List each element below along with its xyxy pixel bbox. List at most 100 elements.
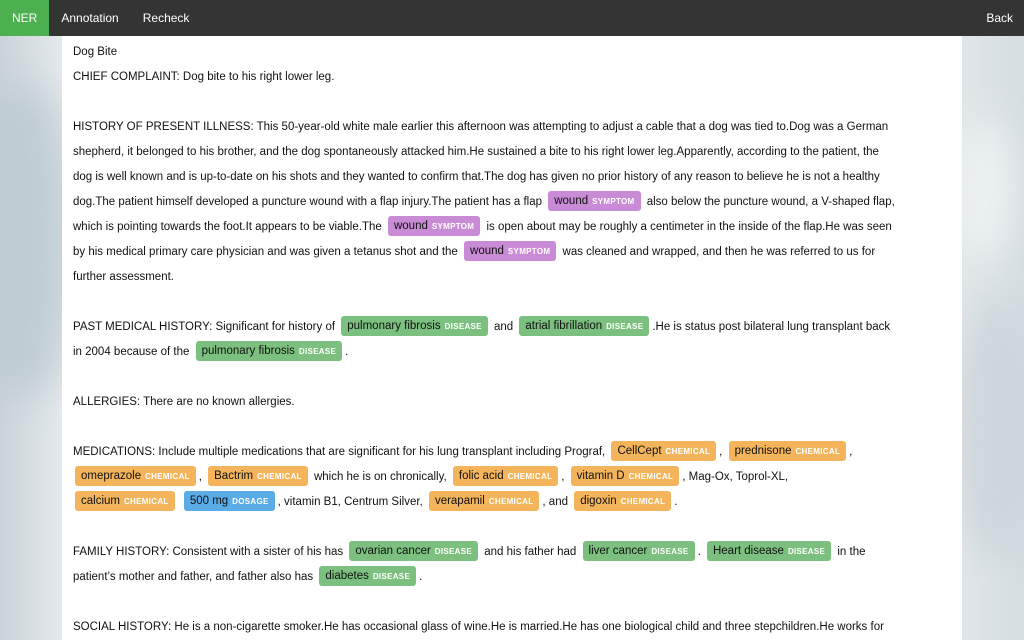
entity-chemical[interactable]: prednisone CHEMICAL [728, 441, 847, 461]
family-history-line: patient’s mother and father, and father … [73, 565, 950, 590]
hpi-line: HISTORY OF PRESENT ILLNESS: This 50-year… [73, 121, 889, 133]
entity-chemical[interactable]: folic acid CHEMICAL [452, 466, 559, 486]
entity-chemical[interactable]: omeprazole CHEMICAL [75, 466, 196, 486]
document-title: Dog Bite [73, 46, 118, 58]
entity-disease[interactable]: atrial fibrillation DISEASE [519, 316, 650, 336]
entity-chemical[interactable]: digoxin CHEMICAL [574, 491, 672, 511]
entity-text: diabetes [325, 570, 369, 582]
hpi-line: by his medical primary care physician an… [73, 240, 950, 265]
entity-symptom[interactable]: wound SYMPTOM [548, 191, 641, 211]
text-span: dog.The patient himself developed a punc… [73, 196, 543, 208]
entity-dosage[interactable]: 500 mg DOSAGE [183, 491, 275, 511]
entity-text: liver cancer [588, 545, 648, 557]
text-span: is open about may be roughly a centimete… [486, 221, 892, 233]
entity-chemical[interactable]: Bactrim CHEMICAL [208, 466, 308, 486]
entity-text: wound [554, 195, 589, 207]
entity-label: DISEASE [372, 572, 411, 581]
social-history-line: SOCIAL HISTORY: He is a non-cigarette sm… [73, 621, 884, 633]
entity-label: CHEMICAL [620, 497, 666, 506]
entity-label: DISEASE [298, 347, 337, 356]
entity-label: CHEMICAL [145, 472, 190, 481]
entity-label: CHEMICAL [628, 472, 674, 481]
text-span: . [674, 496, 678, 508]
nav-tab-recheck[interactable]: Recheck [131, 0, 202, 36]
medications-line: calcium CHEMICAL 500 mg DOSAGE, vitamin B1… [73, 490, 950, 515]
entity-disease[interactable]: pulmonary fibrosis DISEASE [195, 341, 343, 361]
background-blur [954, 120, 1014, 260]
entity-label: DOSAGE [232, 497, 269, 506]
text-span: which is pointing towards the foot.It ap… [73, 221, 382, 233]
back-button[interactable]: Back [974, 0, 1024, 36]
entity-label: DISEASE [606, 322, 644, 331]
entity-text: ovarian cancer [355, 545, 431, 557]
entity-label: DISEASE [444, 322, 482, 331]
entity-label: CHEMICAL [257, 472, 302, 481]
entity-chemical[interactable]: CellCept CHEMICAL [611, 441, 717, 461]
nav-tab-annotation[interactable]: Annotation [49, 0, 130, 36]
text-span: patient’s mother and father, and father … [73, 571, 314, 583]
text-span: , [561, 471, 565, 483]
entity-label: DISEASE [434, 547, 473, 556]
entity-label: CHEMICAL [507, 472, 553, 481]
entity-text: vitamin D [576, 470, 625, 482]
entity-disease[interactable]: liver cancer DISEASE [582, 541, 695, 561]
family-history-line: FAMILY HISTORY: Consistent with a sister… [73, 540, 950, 565]
text-span: FAMILY HISTORY: Consistent with a sister… [73, 546, 344, 558]
text-span: and his father had [484, 546, 577, 558]
text-span: , [849, 446, 853, 458]
entity-label: CHEMICAL [123, 497, 169, 506]
hpi-line: shepherd, it belonged to his brother, an… [73, 146, 879, 158]
entity-text: verapamil [434, 495, 485, 507]
text-span: which he is on chronically, [313, 471, 447, 483]
entity-text: prednisone [734, 445, 792, 457]
pmh-line: in 2004 because of the pulmonary fibrosi… [73, 340, 950, 365]
entity-text: Heart disease [712, 545, 784, 557]
medications-line: omeprazole CHEMICAL, Bactrim CHEMICAL whic… [73, 465, 950, 490]
chief-complaint: CHIEF COMPLAINT: Dog bite to his right l… [73, 71, 335, 83]
entity-label: CHEMICAL [488, 497, 534, 506]
text-span: was cleaned and wrapped, and then he was… [562, 246, 876, 258]
hpi-line: dog.The patient himself developed a punc… [73, 190, 950, 215]
text-span: .He is status post bilateral lung transp… [652, 321, 891, 333]
text-span: . [697, 546, 701, 558]
entity-label: SYMPTOM [592, 197, 635, 206]
nav-tab-ner[interactable]: NER [0, 0, 50, 36]
text-span: , [719, 446, 723, 458]
hpi-line: which is pointing towards the foot.It ap… [73, 215, 950, 240]
hpi-line: dog is well known and is up-to-date on h… [73, 171, 880, 183]
text-span: , Mag-Ox, Toprol-XL, [682, 471, 789, 483]
entity-symptom[interactable]: wound SYMPTOM [464, 241, 557, 261]
entity-text: digoxin [580, 495, 617, 507]
background-blur [954, 300, 1024, 560]
entity-label: DISEASE [787, 547, 826, 556]
text-span: in 2004 because of the [73, 346, 190, 358]
entity-label: SYMPTOM [507, 247, 551, 256]
entity-symptom[interactable]: wound SYMPTOM [387, 216, 481, 236]
text-span: . [419, 571, 423, 583]
entity-disease[interactable]: ovarian cancer DISEASE [349, 541, 479, 561]
entity-label: DISEASE [651, 547, 689, 556]
entity-text: pulmonary fibrosis [347, 320, 441, 332]
entity-text: pulmonary fibrosis [201, 345, 295, 357]
text-span: , vitamin B1, Centrum Silver, [277, 496, 423, 508]
entity-chemical[interactable]: verapamil CHEMICAL [428, 491, 540, 511]
text-span: and [494, 321, 514, 333]
medications-line: MEDICATIONS: Include multiple medication… [73, 440, 950, 465]
entity-disease[interactable]: diabetes DISEASE [319, 566, 417, 586]
entity-disease[interactable]: Heart disease DISEASE [706, 541, 832, 561]
entity-text: omeprazole [81, 470, 142, 482]
text-span: in the [837, 546, 866, 558]
entity-text: atrial fibrillation [525, 320, 603, 332]
entity-chemical[interactable]: calcium CHEMICAL [75, 491, 175, 511]
text-span: PAST MEDICAL HISTORY: Significant for hi… [73, 321, 336, 333]
entity-label: SYMPTOM [431, 222, 475, 231]
entity-text: wound [470, 245, 504, 257]
text-span: also below the puncture wound, a V-shape… [646, 196, 895, 208]
text-span: , [198, 471, 202, 483]
entity-text: Bactrim [214, 470, 254, 482]
text-span: MEDICATIONS: Include multiple medication… [73, 446, 606, 458]
text-span: . [345, 346, 349, 358]
entity-text: 500 mg [189, 495, 229, 507]
entity-chemical[interactable]: vitamin D CHEMICAL [570, 466, 680, 486]
entity-disease[interactable]: pulmonary fibrosis DISEASE [341, 316, 488, 336]
